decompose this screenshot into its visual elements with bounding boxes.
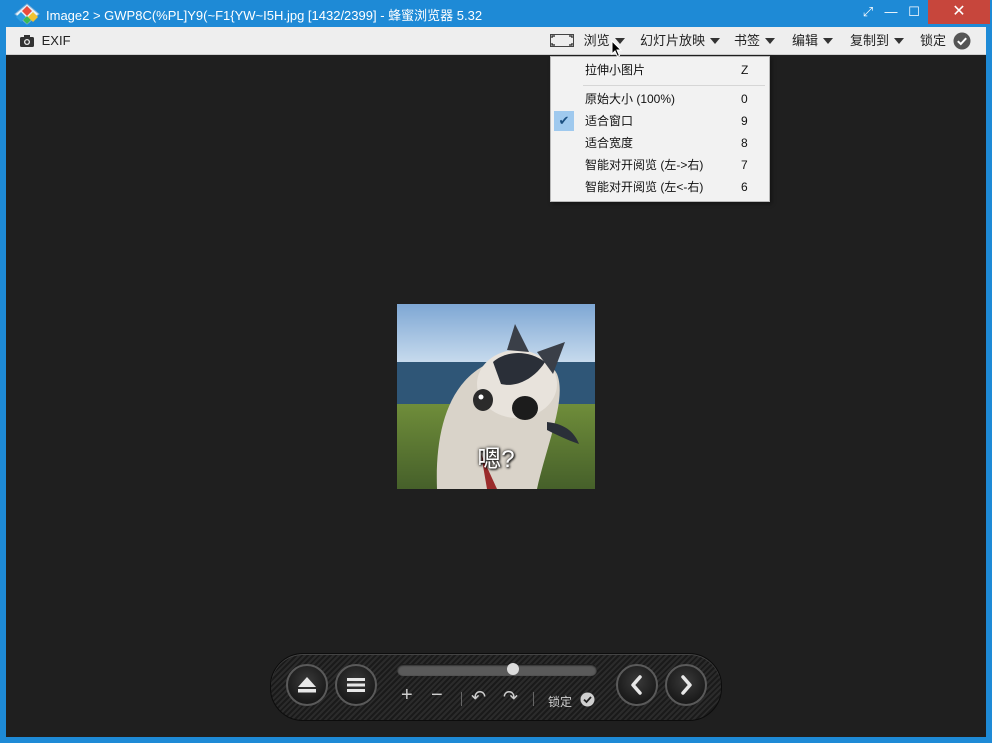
menu-item-label: 适合窗口 — [585, 114, 634, 128]
check-circle-icon — [953, 32, 971, 50]
menu-item-shortcut: 0 — [741, 92, 748, 106]
maximize-button[interactable]: ☐ — [900, 0, 928, 24]
menu-item-shortcut: 9 — [741, 114, 748, 128]
image-viewport[interactable]: 嗯? — [6, 55, 986, 737]
app-window: Image2 > GWP8C(%PL]Y9(~F1{YW~I5H.jpg [14… — [0, 0, 992, 743]
close-button[interactable]: ✕ — [928, 0, 990, 24]
menu-item-shortcut: 6 — [741, 180, 748, 194]
rotate-left-button[interactable]: ↶ — [471, 687, 486, 708]
bookmark-label: 书签 — [734, 33, 761, 48]
lock-toggle-label[interactable]: 锁定 — [548, 693, 572, 710]
cursor-icon — [611, 40, 623, 58]
chevron-down-icon — [710, 37, 721, 44]
previous-button[interactable] — [616, 664, 658, 706]
chevron-down-icon — [894, 37, 905, 44]
check-circle-icon[interactable] — [580, 692, 595, 707]
slider-handle[interactable] — [507, 663, 519, 675]
slideshow-menu-button[interactable]: 幻灯片放映 — [640, 27, 721, 54]
check-icon: ✔ — [554, 111, 574, 131]
menu-item-fit-window[interactable]: ✔ 适合窗口 9 — [551, 110, 769, 132]
menu-item-label: 原始大小 (100%) — [585, 92, 676, 106]
playback-control-bar: + − ↶ ↷ 锁定 — [270, 653, 722, 721]
menu-item-original-size[interactable]: 原始大小 (100%) 0 — [551, 88, 769, 110]
restore-icon[interactable]: ⤢ — [854, 0, 882, 24]
slideshow-label: 幻灯片放映 — [640, 33, 706, 48]
app-logo-icon — [14, 3, 40, 25]
menu-item-stretch-small[interactable]: 拉伸小图片 Z — [551, 59, 769, 81]
menu-item-shortcut: 8 — [741, 136, 748, 150]
photo-caption: 嗯? — [477, 446, 515, 473]
title-bar: Image2 > GWP8C(%PL]Y9(~F1{YW~I5H.jpg [14… — [0, 0, 992, 26]
zoom-out-button[interactable]: − — [431, 684, 443, 707]
menu-divider — [583, 85, 765, 86]
browse-label: 浏览 — [583, 33, 610, 48]
window-title: Image2 > GWP8C(%PL]Y9(~F1{YW~I5H.jpg [14… — [46, 8, 483, 23]
camera-icon — [20, 34, 34, 47]
menu-item-shortcut: Z — [741, 63, 749, 77]
next-icon — [681, 675, 692, 695]
displayed-photo: 嗯? — [397, 304, 595, 489]
lock-label: 锁定 — [920, 33, 947, 48]
menu-item-label: 拉伸小图片 — [585, 63, 646, 77]
chevron-down-icon — [823, 37, 834, 44]
prev-icon — [631, 675, 642, 695]
menu-item-label: 智能对开阅览 (左->右) — [585, 158, 704, 172]
chevron-down-icon — [765, 37, 776, 44]
rotate-right-button[interactable]: ↷ — [503, 687, 518, 708]
edit-label: 编辑 — [792, 33, 819, 48]
menu-item-label: 适合宽度 — [585, 136, 634, 150]
zoom-in-button[interactable]: + — [401, 684, 413, 707]
copy-to-label: 复制到 — [850, 33, 890, 48]
menu-item-smart-spread-ltr[interactable]: 智能对开阅览 (左->右) 7 — [551, 154, 769, 176]
menu-item-fit-width[interactable]: 适合宽度 8 — [551, 132, 769, 154]
menu-item-label: 智能对开阅览 (左<-右) — [585, 180, 704, 194]
menu-icon — [347, 678, 365, 692]
toolbar: EXIF 浏览 幻灯片放映 书签 编辑 复制到 锁定 — [6, 27, 986, 55]
eject-icon — [298, 677, 316, 693]
menu-item-smart-spread-rtl[interactable]: 智能对开阅览 (左<-右) 6 — [551, 176, 769, 198]
eject-button[interactable] — [286, 664, 328, 706]
menu-item-shortcut: 7 — [741, 158, 748, 172]
edit-menu-button[interactable]: 编辑 — [792, 27, 834, 54]
fullscreen-icon — [550, 34, 574, 48]
lock-button[interactable]: 锁定 — [920, 27, 971, 54]
menu-button[interactable] — [335, 664, 377, 706]
divider — [533, 692, 534, 706]
progress-slider[interactable] — [397, 663, 597, 676]
exif-button[interactable]: EXIF — [20, 27, 71, 54]
browse-dropdown-menu: 拉伸小图片 Z 原始大小 (100%) 0 ✔ 适合窗口 9 适合宽度 8 智能… — [550, 56, 770, 202]
bookmark-menu-button[interactable]: 书签 — [734, 27, 776, 54]
next-button[interactable] — [665, 664, 707, 706]
minimize-button[interactable]: — — [882, 0, 900, 24]
exif-label: EXIF — [41, 33, 71, 48]
divider — [461, 692, 462, 706]
copy-to-menu-button[interactable]: 复制到 — [850, 27, 905, 54]
